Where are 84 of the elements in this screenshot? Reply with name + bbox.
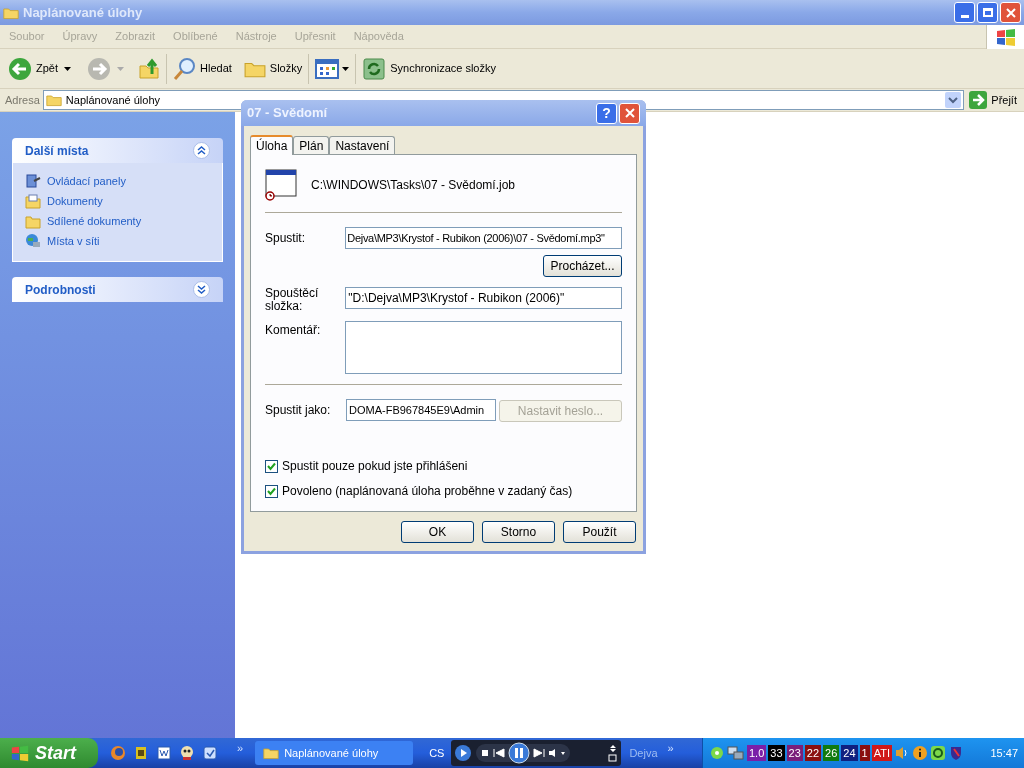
search-icon (173, 56, 197, 81)
computers-icon[interactable] (727, 745, 745, 761)
checkbox[interactable] (265, 459, 278, 473)
documents-folder-icon (25, 193, 41, 209)
dialog-title: 07 - Svědomí (247, 104, 328, 123)
mascot-icon[interactable] (179, 745, 195, 761)
language-indicator[interactable]: CS (429, 744, 445, 762)
window-title: Naplánované úlohy (23, 3, 143, 22)
tray-badge[interactable]: 22 (804, 745, 822, 761)
panel-link[interactable]: Ovládací panely (25, 173, 210, 189)
close-button[interactable] (1000, 2, 1021, 23)
start-folder-label: Spouštěcí složka: (265, 287, 320, 313)
clock[interactable]: 15:47 (990, 744, 1018, 762)
run-label: Spustit: (265, 230, 307, 247)
tray-badge[interactable]: 24 (841, 745, 858, 761)
dialog-button[interactable]: Storno (482, 521, 555, 543)
start-button[interactable]: Start (0, 738, 98, 768)
checkbox[interactable] (265, 484, 278, 498)
checkbox-label: Povoleno (naplánovaná úloha proběhne v zadaný čas) (282, 483, 573, 500)
run-as-field[interactable]: DOMA-FB967845E9\Admin (346, 399, 496, 421)
maximize-button[interactable] (977, 2, 998, 23)
panel-link[interactable]: Sdílené dokumenty (25, 213, 210, 229)
next-icon[interactable] (532, 748, 547, 758)
dialog-tab[interactable]: Plán (293, 136, 330, 154)
folder-icon (25, 213, 41, 229)
info-icon[interactable] (911, 745, 928, 761)
up-folder-icon[interactable] (138, 57, 160, 80)
pause-icon[interactable] (508, 742, 531, 764)
go-button[interactable]: Přejít (967, 91, 1019, 109)
checkbox-label: Spustit pouze pokud jste přihlášeni (282, 458, 468, 475)
address-label: Adresa (5, 92, 40, 108)
browse-button[interactable]: Procházet... (543, 255, 622, 277)
panel-link[interactable]: Místa v síti (25, 233, 210, 249)
sync-icon (362, 56, 387, 81)
close-button[interactable] (619, 102, 640, 124)
tray-badge[interactable]: 1.0 (747, 745, 767, 761)
tray-badge[interactable]: 23 (786, 745, 803, 761)
collapse-chevron-icon[interactable] (193, 142, 210, 159)
network-icon (25, 233, 41, 249)
sync-folder-button[interactable]: Synchronizace složky (362, 56, 496, 81)
task-window-icon (265, 169, 297, 201)
task-file-path: C:\WINDOWS\Tasks\07 - Svědomí.job (311, 177, 516, 194)
caret-icon (342, 66, 350, 71)
dropdown-caret-icon[interactable] (64, 66, 71, 71)
help-button[interactable]: ? (596, 102, 617, 124)
volume-icon[interactable] (548, 748, 567, 758)
windows-logo-icon (10, 744, 30, 762)
tray-badge[interactable]: ATI (871, 745, 892, 761)
document-icon[interactable] (156, 745, 172, 761)
panel-header[interactable]: Podrobnosti (12, 277, 223, 302)
taskbar-window-button[interactable]: Naplánované úlohy (255, 741, 414, 765)
dialog-tab[interactable]: Úloha (250, 135, 294, 155)
player-track-title: Dejva (629, 745, 658, 761)
tray-badge[interactable]: 33 (768, 745, 785, 761)
target-icon[interactable] (929, 745, 946, 761)
folders-button[interactable]: Složky (243, 59, 303, 78)
windows-logo-icon (986, 24, 1024, 49)
minimize-button[interactable] (954, 2, 975, 23)
run-as-label: Spustit jako: (265, 402, 332, 419)
comment-label: Komentář: (265, 322, 322, 339)
media-player-logo-icon[interactable] (454, 744, 473, 762)
expand-chevron-icon[interactable] (193, 281, 210, 298)
quick-launch-more[interactable]: » (237, 739, 244, 757)
search-button[interactable]: Hledat (173, 56, 232, 81)
previous-icon[interactable] (492, 748, 507, 758)
close-icon (1005, 7, 1016, 18)
dialog-tab[interactable]: Nastavení (329, 136, 396, 154)
tray-badge[interactable]: 26 (823, 745, 840, 761)
views-button[interactable] (315, 58, 350, 79)
run-field[interactable]: Dejva\MP3\Krystof - Rubikon (2006)\07 - Svědomí.mp3" (345, 227, 622, 249)
panel-header[interactable]: Další místa (12, 138, 223, 163)
restore-icon[interactable] (608, 744, 619, 762)
control-panel-icon (25, 173, 41, 189)
go-arrow-icon (969, 91, 988, 109)
comment-field[interactable] (345, 321, 622, 374)
tray-badge[interactable]: 1 (859, 745, 870, 761)
toolbar-more[interactable]: » (667, 739, 674, 757)
back-button[interactable]: Zpět (8, 56, 58, 81)
dialog-button[interactable]: OK (401, 521, 474, 543)
panel-link[interactable]: Dokumenty (25, 193, 210, 209)
stop-icon[interactable] (480, 748, 491, 758)
close-icon (624, 108, 635, 118)
start-folder-field[interactable]: "D:\Dejva\MP3\Krystof - Rubikon (2006)" (345, 287, 622, 309)
dialog-button[interactable]: Použít (563, 521, 636, 543)
